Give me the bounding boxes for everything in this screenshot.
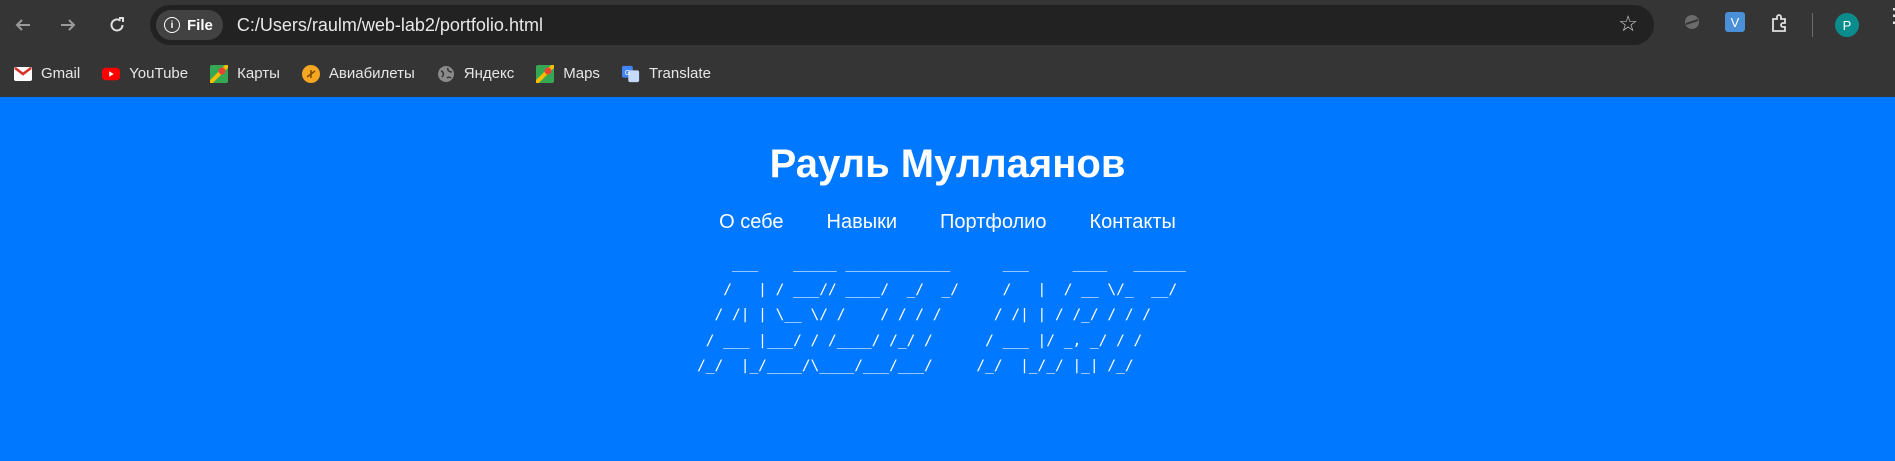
arrow-right-icon — [61, 19, 76, 31]
translate-icon: G — [621, 65, 640, 83]
youtube-icon — [102, 65, 121, 83]
bookmark-label: Авиабилеты — [328, 65, 415, 82]
info-icon: i — [164, 17, 180, 33]
ascii-art-banner: ___ _____ ____________ ___ ____ ______ /… — [697, 256, 1186, 375]
bookmark-label: Maps — [563, 65, 600, 82]
profile-avatar[interactable]: P — [1835, 13, 1859, 37]
bookmark-label: Gmail — [41, 65, 81, 82]
arrow-left-icon — [15, 19, 30, 31]
menu-kebab-icon[interactable]: ⋮ — [1884, 6, 1895, 26]
svg-text:G: G — [625, 67, 631, 76]
bookmark-yandex[interactable]: Яндекс — [437, 65, 514, 83]
bookmark-label: YouTube — [129, 65, 189, 82]
extensions-puzzle-icon[interactable] — [1769, 13, 1789, 38]
globe-icon — [437, 65, 455, 83]
extension-spy-icon[interactable] — [1683, 13, 1701, 36]
bookmark-karty[interactable]: Карты — [210, 64, 280, 83]
bookmark-youtube[interactable]: YouTube — [102, 65, 188, 83]
bookmark-gmail[interactable]: Gmail — [14, 65, 80, 83]
extension-v-label: V — [1730, 14, 1740, 30]
bookmark-label: Яндекс — [463, 65, 515, 82]
bookmark-label: Карты — [237, 65, 280, 82]
address-bar[interactable]: i File C:/Users/raulm/web-lab2/portfolio… — [150, 5, 1654, 45]
url-text[interactable]: C:/Users/raulm/web-lab2/portfolio.html — [237, 15, 543, 36]
back-button[interactable] — [8, 10, 38, 40]
nav-link-contacts[interactable]: Контакты — [1089, 211, 1175, 234]
bookmark-translate[interactable]: G Translate — [621, 65, 711, 83]
page-content: Рауль Муллаянов О себе Навыки Портфолио … — [0, 97, 1895, 380]
bookmarks-bar: Gmail YouTube Карты Авиабилеты Яндекс Ma… — [0, 50, 1895, 97]
profile-initial: P — [1842, 17, 1852, 33]
bookmark-aviabilety[interactable]: Авиабилеты — [301, 64, 415, 83]
reload-icon — [110, 17, 124, 32]
maps-pin-icon — [536, 64, 555, 83]
forward-button[interactable] — [53, 10, 83, 40]
bookmark-label: Translate — [648, 65, 711, 82]
extension-v-icon[interactable]: V — [1725, 12, 1745, 32]
reload-button[interactable] — [102, 10, 132, 40]
gmail-icon — [14, 65, 32, 83]
browser-toolbar: i File C:/Users/raulm/web-lab2/portfolio… — [0, 0, 1895, 50]
flight-tickets-icon — [301, 64, 320, 83]
page-title: Рауль Муллаянов — [769, 142, 1126, 186]
maps-pin-icon — [210, 64, 229, 83]
site-chip-label: File — [187, 16, 213, 34]
nav-link-portfolio[interactable]: Портфолио — [940, 211, 1046, 234]
nav-link-skills[interactable]: Навыки — [827, 211, 898, 234]
bookmark-maps[interactable]: Maps — [536, 64, 600, 83]
bookmark-star-icon[interactable]: ☆ — [1618, 11, 1638, 37]
nav-link-about[interactable]: О себе — [719, 211, 783, 234]
site-info-chip[interactable]: i File — [156, 10, 223, 40]
toolbar-divider — [1812, 13, 1813, 37]
site-nav: О себе Навыки Портфолио Контакты — [0, 211, 1895, 234]
